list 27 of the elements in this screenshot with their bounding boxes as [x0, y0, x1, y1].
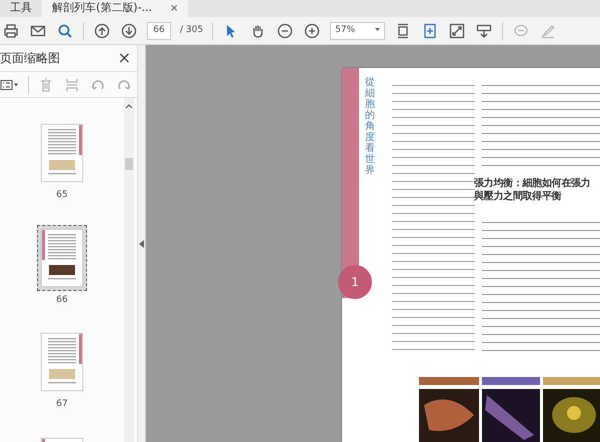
tab[interactable]: 工具: [0, 0, 42, 17]
page-thumbnail-button[interactable]: [37, 224, 87, 290]
page-number-label: 65: [56, 189, 68, 202]
scroll-thumb[interactable]: [125, 158, 133, 170]
zoom-out-icon[interactable]: [276, 22, 294, 40]
collapse-arrow-icon[interactable]: [139, 240, 144, 248]
fullscreen-icon[interactable]: [448, 22, 466, 40]
panel-title: 页面缩略图: [0, 50, 60, 67]
section-heading: 張力均衡：細胞如何在張力 與壓力之間取得平衡: [474, 178, 592, 203]
page-up-icon[interactable]: [93, 22, 111, 40]
search-icon[interactable]: [56, 22, 74, 40]
page-number-label: 66: [56, 294, 68, 306]
scrollbar[interactable]: [124, 98, 134, 442]
page-number-field[interactable]: 66: [147, 22, 171, 40]
scroll-up-icon[interactable]: [124, 102, 134, 110]
zoom-field[interactable]: 57%: [330, 22, 386, 40]
chapter-side-title: 從細胞的角度看世界: [365, 77, 375, 176]
dropdown-caret-icon[interactable]: [375, 28, 380, 31]
chapter-number-badge: 1: [338, 265, 372, 299]
page-total: / 305: [180, 24, 204, 37]
zoom-in-icon[interactable]: [303, 22, 322, 40]
close-button[interactable]: ×: [118, 50, 131, 66]
print-icon[interactable]: [2, 22, 20, 40]
close-tab-icon[interactable]: ×: [170, 1, 178, 16]
page-number-label: 67: [56, 398, 68, 411]
tab[interactable]: 解剖列车(第二版)-... ×: [42, 0, 188, 17]
page-down-icon[interactable]: [120, 22, 138, 40]
